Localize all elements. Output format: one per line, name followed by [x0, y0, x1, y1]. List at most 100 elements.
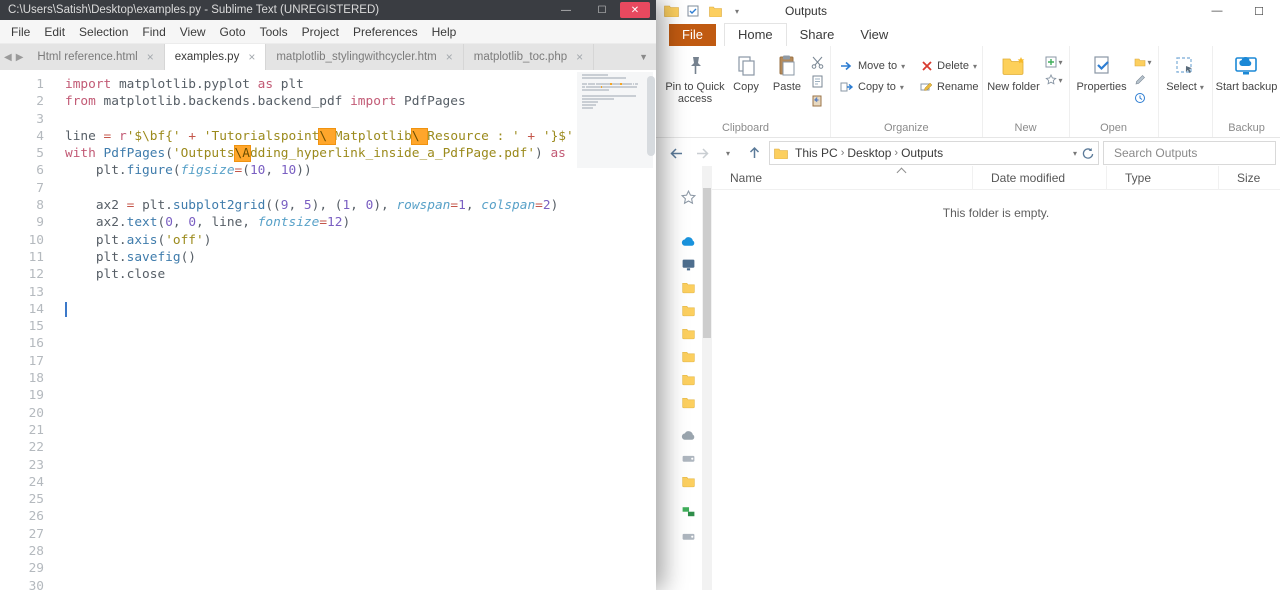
code-line[interactable]	[65, 422, 576, 439]
search-input[interactable]	[1104, 146, 1275, 160]
monitor-icon[interactable]	[681, 257, 696, 272]
start-backup-button[interactable]: Start backup	[1216, 48, 1278, 93]
copy-path-button[interactable]	[811, 75, 824, 88]
column-header-type[interactable]: Type	[1106, 165, 1218, 190]
code-line[interactable]	[65, 439, 576, 456]
code-line[interactable]: import matplotlib.pyplot as plt	[65, 76, 576, 93]
code-line[interactable]: plt.axis('off')	[65, 232, 576, 249]
menu-goto[interactable]: Goto	[213, 25, 253, 39]
address-breadcrumb-box[interactable]: This PC › Desktop › Outputs ▾	[769, 141, 1099, 165]
move-to-button[interactable]: Move to ▾	[840, 60, 905, 72]
tab-examples-py[interactable]: examples.py ×	[164, 44, 267, 70]
folder-icon[interactable]	[681, 303, 696, 318]
menu-view[interactable]: View	[173, 25, 213, 39]
tab-matplotlib-stylingwithcycler-htm[interactable]: matplotlib_stylingwithcycler.htm ×	[266, 44, 464, 70]
code-line[interactable]: plt.figure(figsize=(10, 10))	[65, 162, 576, 179]
minimap[interactable]	[577, 72, 653, 168]
paste-button[interactable]: Paste	[766, 48, 808, 93]
select-button[interactable]: Select ▾	[1162, 48, 1209, 94]
tab-overflow-icon[interactable]: ▼	[631, 44, 656, 70]
nav-pane-scrollbar[interactable]	[702, 166, 712, 590]
forward-button[interactable]	[691, 147, 713, 160]
ribbon-tab-share[interactable]: Share	[787, 24, 848, 46]
code-line[interactable]	[65, 457, 576, 474]
customize-quick-access-toolbar-icon[interactable]: ▾	[729, 3, 745, 19]
menu-preferences[interactable]: Preferences	[346, 25, 425, 39]
explorer-maximize-button[interactable]: ☐	[1238, 0, 1280, 22]
recent-locations-dropdown-icon[interactable]: ▾	[717, 149, 739, 158]
code-line[interactable]	[65, 180, 576, 197]
code-line[interactable]: from matplotlib.backends.backend_pdf imp…	[65, 93, 576, 110]
nav-pane-scrollbar-thumb[interactable]	[703, 188, 711, 338]
code-line[interactable]: plt.close	[65, 266, 576, 283]
nav-pane[interactable]	[655, 166, 702, 590]
edit-button[interactable]	[1134, 74, 1152, 86]
code-line[interactable]	[65, 474, 576, 491]
file-list[interactable]: Name Date modified Type Size This folder is…	[712, 165, 1280, 590]
sublime-maximize-button[interactable]: ☐	[584, 0, 620, 20]
editor-scrollbar-thumb[interactable]	[647, 76, 655, 156]
tab-close-icon[interactable]: ×	[248, 50, 255, 64]
pin-to-quick-access-button[interactable]: Pin to Quick access	[664, 48, 726, 105]
code-line[interactable]	[65, 284, 576, 301]
menu-help[interactable]: Help	[425, 25, 464, 39]
folder-icon[interactable]	[681, 349, 696, 364]
code-line[interactable]	[65, 405, 576, 422]
cloud-gray-icon[interactable]	[681, 428, 696, 443]
tab-scroll-left-icon[interactable]: ◀	[4, 52, 12, 63]
ribbon-tab-file[interactable]: File	[669, 24, 716, 46]
tab-scroll-right-icon[interactable]: ▶	[16, 52, 24, 63]
address-dropdown-icon[interactable]: ▾	[1073, 149, 1077, 158]
refresh-icon[interactable]	[1081, 147, 1094, 160]
history-button[interactable]	[1134, 92, 1152, 104]
code-line[interactable]	[65, 353, 576, 370]
folder-icon[interactable]	[681, 326, 696, 341]
tab-close-icon[interactable]: ×	[576, 50, 583, 64]
menu-find[interactable]: Find	[135, 25, 172, 39]
tab-close-icon[interactable]: ×	[147, 50, 154, 64]
code-line[interactable]: with PdfPages('Outputs\Adding_hyperlink_…	[65, 145, 576, 163]
code-line[interactable]	[65, 111, 576, 128]
rename-button[interactable]: Rename	[920, 81, 979, 93]
up-button[interactable]	[743, 146, 765, 160]
breadcrumb-item-this-pc[interactable]: This PC	[792, 146, 841, 160]
code-line[interactable]: ax2.text(0, 0, line, fontsize=12)	[65, 214, 576, 231]
explorer-minimize-button[interactable]: —	[1196, 0, 1238, 22]
properties-button[interactable]: Properties	[1073, 48, 1131, 93]
folder-icon[interactable]	[681, 372, 696, 387]
code-line[interactable]	[65, 560, 576, 577]
code-line[interactable]: ax2 = plt.subplot2grid((9, 5), (1, 0), r…	[65, 197, 576, 214]
code-line[interactable]	[65, 508, 576, 525]
code-line[interactable]	[65, 578, 576, 590]
sublime-minimize-button[interactable]: —	[548, 0, 584, 20]
ribbon-tab-home[interactable]: Home	[723, 23, 787, 46]
code-line[interactable]	[65, 335, 576, 352]
network-icon[interactable]	[681, 504, 696, 519]
code-line[interactable]	[65, 543, 576, 560]
code-line[interactable]	[65, 387, 576, 404]
folder-icon[interactable]	[681, 474, 696, 489]
code-area[interactable]: import matplotlib.pyplot as plt from matp…	[65, 76, 576, 590]
column-header-name[interactable]: Name	[712, 166, 972, 190]
cloud-blue-icon[interactable]	[681, 234, 696, 249]
new-item-button[interactable]: ▾	[1045, 56, 1063, 68]
sublime-close-button[interactable]: ✕	[620, 2, 650, 18]
tab-close-icon[interactable]: ×	[446, 50, 453, 64]
editor-scrollbar[interactable]	[647, 74, 655, 586]
disk-icon[interactable]	[681, 529, 696, 544]
new-folder-quick-icon[interactable]	[707, 3, 723, 19]
tab-html-reference-html[interactable]: Html reference.html ×	[27, 44, 165, 70]
search-box[interactable]	[1103, 141, 1276, 165]
code-line[interactable]: line = r'$\bf{' + 'Tutorialspoint\ Matpl…	[65, 127, 576, 145]
folder-icon[interactable]	[681, 395, 696, 410]
menu-file[interactable]: File	[4, 25, 37, 39]
column-header-date-modified[interactable]: Date modified	[972, 165, 1106, 190]
code-line[interactable]: plt.savefig()	[65, 249, 576, 266]
folder-icon[interactable]	[681, 280, 696, 295]
tab-matplotlib-toc-php[interactable]: matplotlib_toc.php ×	[464, 44, 595, 70]
menu-project[interactable]: Project	[295, 25, 346, 39]
ribbon-tab-view[interactable]: View	[847, 24, 901, 46]
disk-icon[interactable]	[681, 451, 696, 466]
paste-shortcut-button[interactable]	[811, 94, 824, 107]
breadcrumb-item-desktop[interactable]: Desktop	[844, 146, 894, 160]
